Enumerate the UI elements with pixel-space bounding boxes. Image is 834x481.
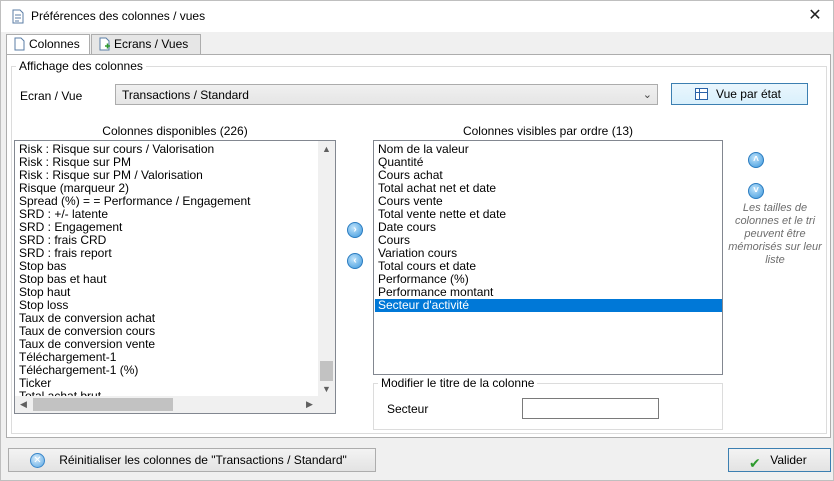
checkmark-icon: ✔ bbox=[749, 455, 761, 471]
remove-column-button[interactable]: ‹ bbox=[347, 253, 363, 269]
reset-icon: ✕ bbox=[30, 453, 45, 468]
reset-label: Réinitialiser les colonnes de "Transacti… bbox=[59, 453, 347, 467]
column-title-input[interactable] bbox=[522, 398, 659, 419]
title-bar: Préférences des colonnes / vues ✕ bbox=[1, 1, 833, 32]
list-item[interactable]: Date cours bbox=[375, 221, 722, 234]
modify-title-heading: Modifier le titre de la colonne bbox=[378, 376, 538, 390]
available-columns-header: Colonnes disponibles (226) bbox=[102, 124, 248, 138]
ecran-combobox[interactable]: Transactions / Standard ⌄ bbox=[115, 84, 658, 105]
move-up-button[interactable]: ˄ bbox=[748, 152, 764, 168]
scroll-up-icon[interactable]: ▲ bbox=[318, 141, 335, 158]
list-item[interactable]: Nom de la valeur bbox=[375, 143, 722, 156]
visible-columns-list[interactable]: Nom de la valeur Quantité Cours achat Total… bbox=[373, 140, 723, 375]
ecran-value: Transactions / Standard bbox=[122, 88, 249, 102]
tab-ecrans-vues[interactable]: Ecrans / Vues bbox=[91, 34, 201, 54]
column-title-label: Secteur bbox=[387, 402, 429, 416]
ecran-label: Ecran / Vue bbox=[20, 89, 83, 103]
preferences-dialog: Préférences des colonnes / vues ✕ Colonn… bbox=[0, 0, 834, 481]
scroll-right-icon[interactable]: ▶ bbox=[301, 396, 318, 413]
visible-items: Nom de la valeur Quantité Cours achat Total… bbox=[374, 141, 722, 312]
group-title: Affichage des colonnes bbox=[16, 59, 146, 73]
move-down-button[interactable]: ˅ bbox=[748, 183, 764, 199]
hint-text: Les tailles de colonnes et le tri peuven… bbox=[728, 202, 822, 266]
vue-par-etat-label: Vue par état bbox=[716, 87, 781, 101]
window-title: Préférences des colonnes / vues bbox=[31, 9, 206, 23]
tab-colonnes[interactable]: Colonnes bbox=[6, 34, 90, 55]
scroll-thumb[interactable] bbox=[33, 398, 173, 411]
close-button[interactable]: ✕ bbox=[803, 5, 827, 27]
horizontal-scrollbar[interactable]: ◀ ▶ bbox=[15, 396, 335, 413]
tab-label: Ecrans / Vues bbox=[114, 37, 189, 51]
scroll-thumb[interactable] bbox=[320, 361, 333, 381]
add-column-button[interactable]: › bbox=[347, 222, 363, 238]
available-columns-list[interactable]: Risk : Risque sur cours / Valorisation Ri… bbox=[14, 140, 336, 414]
document-icon bbox=[14, 37, 25, 51]
vue-par-etat-button[interactable]: Vue par état bbox=[671, 83, 808, 105]
chevron-down-icon: ⌄ bbox=[642, 89, 652, 101]
document-add-icon bbox=[99, 37, 110, 51]
scroll-left-icon[interactable]: ◀ bbox=[15, 396, 32, 413]
list-item[interactable]: Secteur d'activité bbox=[375, 299, 722, 312]
vertical-scrollbar[interactable]: ▲ ▼ bbox=[318, 141, 335, 398]
available-items: Risk : Risque sur cours / Valorisation Ri… bbox=[15, 141, 335, 414]
table-icon bbox=[695, 88, 708, 100]
visible-columns-header: Colonnes visibles par ordre (13) bbox=[462, 124, 634, 138]
tab-label: Colonnes bbox=[29, 37, 80, 51]
validate-button[interactable]: ✔ Valider bbox=[728, 448, 831, 472]
list-item[interactable]: Téléchargement-1 (%) bbox=[16, 364, 335, 377]
validate-label: Valider bbox=[770, 453, 807, 467]
reset-columns-button[interactable]: ✕ Réinitialiser les colonnes de "Transac… bbox=[8, 448, 376, 472]
document-icon bbox=[12, 9, 24, 24]
